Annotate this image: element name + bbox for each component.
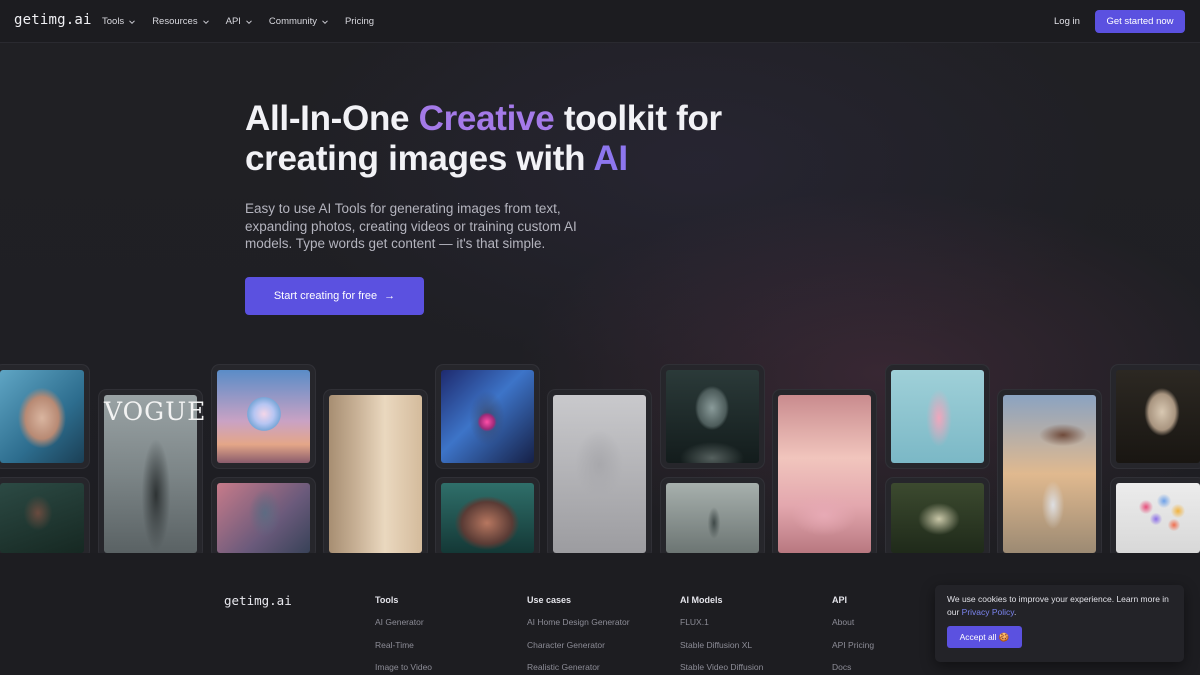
balloon-tree-image: [1116, 483, 1200, 553]
chevron-down-icon: [245, 18, 253, 26]
footer-link[interactable]: About: [832, 617, 874, 640]
footer-link[interactable]: Character Generator: [527, 640, 630, 663]
title-highlight-creative: Creative: [418, 99, 555, 138]
chevron-down-icon: [321, 18, 329, 26]
nav-item-label: Community: [268, 16, 317, 27]
astronaut-image: [1003, 395, 1096, 553]
nav-item-label: Resources: [152, 16, 198, 27]
footer-column-tools: Tools AI Generator Real-Time Image to Vi…: [375, 595, 432, 675]
vogue-text: VOGUE: [104, 397, 207, 426]
woman-portrait-image: [0, 370, 84, 463]
nav-item-label: API: [225, 16, 241, 27]
nav-item-label: Pricing: [344, 16, 375, 27]
footer-column-ai-models: AI Models FLUX.1 Stable Diffusion XL Sta…: [680, 595, 763, 675]
interior-room-image: [329, 395, 422, 553]
login-link[interactable]: Log in: [1054, 16, 1080, 27]
footer-link[interactable]: AI Home Design Generator: [527, 617, 630, 640]
footer-link[interactable]: Docs: [832, 662, 874, 675]
cookie-text-end: .: [1013, 607, 1017, 617]
footer-heading: AI Models: [680, 595, 723, 605]
cookie-banner: We use cookies to improve your experienc…: [935, 585, 1184, 662]
vogue-cover-image: VOGUE: [104, 395, 207, 553]
dark-figure-image: [0, 483, 84, 553]
hero-title: All-In-One Creative toolkit for creating…: [245, 99, 805, 179]
hero-subtitle: Easy to use AI Tools for generating imag…: [245, 201, 577, 251]
footer-link[interactable]: Realistic Generator: [527, 662, 630, 675]
chevron-down-icon: [202, 18, 210, 26]
title-highlight-ai: AI: [593, 139, 628, 178]
pink-room-image: [778, 395, 871, 553]
nav-item-pricing[interactable]: Pricing: [345, 16, 374, 27]
footer-link[interactable]: Image to Video: [375, 662, 432, 675]
chevron-down-icon: [128, 18, 136, 26]
nav-item-tools[interactable]: Tools: [102, 16, 136, 27]
footer-link[interactable]: FLUX.1: [680, 617, 763, 640]
nav-item-label: Tools: [102, 16, 125, 27]
footer-heading: Tools: [375, 595, 399, 605]
accept-all-button[interactable]: Accept all 🍪: [947, 626, 1022, 648]
misty-figure-image: [666, 483, 759, 553]
statue-woman-image: [1116, 370, 1200, 463]
footer-column-use-cases: Use cases AI Home Design Generator Chara…: [527, 595, 630, 675]
cookie-message: We use cookies to improve your experienc…: [947, 593, 1172, 619]
nav-item-resources[interactable]: Resources: [152, 16, 209, 27]
footer-column-api: API About API Pricing Docs: [832, 595, 874, 675]
footer-link[interactable]: Stable Diffusion XL: [680, 640, 763, 663]
alien-bust-image: [666, 370, 759, 463]
top-navbar: getimg.ai Tools Resources API Community …: [0, 0, 1200, 43]
start-creating-button[interactable]: Start creating for free →: [245, 277, 424, 315]
glass-sphere-image: [217, 370, 310, 463]
footer-heading: Use cases: [527, 595, 572, 605]
footer-link[interactable]: Real-Time: [375, 640, 432, 663]
footer-logo[interactable]: getimg.ai: [224, 593, 292, 608]
neon-robot-image: [441, 370, 534, 463]
main-menu: Tools Resources API Community Pricing: [102, 0, 390, 43]
jungle-room-image: [891, 483, 984, 553]
arrow-right-icon: →: [384, 290, 396, 302]
button-label: Start creating for free: [273, 290, 378, 302]
nav-item-api[interactable]: API: [226, 16, 253, 27]
dancer-image: [891, 370, 984, 463]
footer-link[interactable]: API Pricing: [832, 640, 874, 663]
get-started-button[interactable]: Get started now: [1095, 10, 1185, 33]
footer-link[interactable]: Stable Video Diffusion: [680, 662, 763, 675]
title-text: All-In-One: [245, 99, 419, 138]
ai-woman-image: [217, 483, 310, 553]
logo[interactable]: getimg.ai: [14, 12, 92, 28]
footer-link[interactable]: AI Generator: [375, 617, 432, 640]
sketch-head-image: [553, 395, 646, 553]
green-face-image: [441, 483, 534, 553]
hero-section: All-In-One Creative toolkit for creating…: [0, 43, 1200, 553]
footer-heading: API: [832, 595, 848, 605]
privacy-policy-link[interactable]: Privacy Policy: [962, 607, 1014, 617]
nav-item-community[interactable]: Community: [269, 16, 329, 27]
